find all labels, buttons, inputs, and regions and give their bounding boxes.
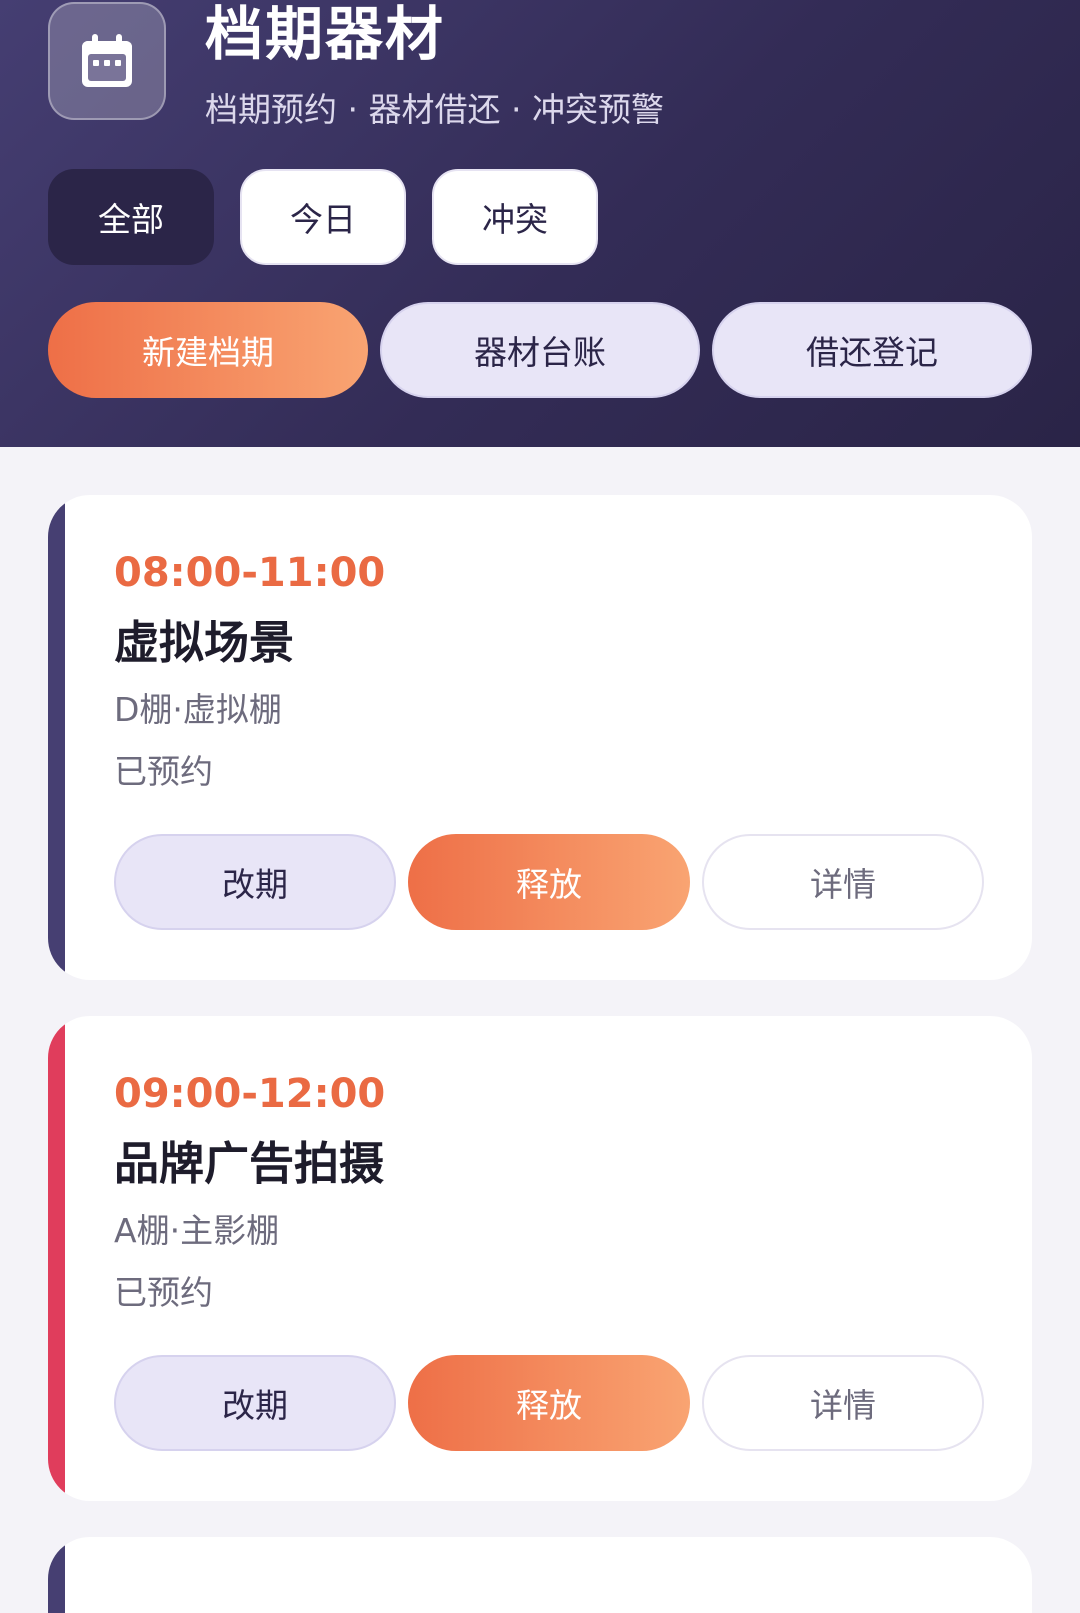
new-schedule-button[interactable]: 新建档期: [48, 302, 368, 398]
card-title: 品牌广告拍摄: [114, 1137, 385, 1190]
card-title: 虚拟场景: [114, 616, 295, 669]
reschedule-button[interactable]: 改期: [114, 834, 396, 930]
card-time: 09:00-12:00: [114, 1071, 386, 1117]
page-title: 档期器材: [205, 0, 446, 68]
app-icon: [48, 2, 166, 120]
page-subtitle: 档期预约 · 器材借还 · 冲突预警: [205, 90, 664, 129]
card-location: A棚·主影棚: [114, 1211, 280, 1250]
filter-today[interactable]: 今日: [240, 169, 406, 265]
calendar-icon: [82, 34, 132, 87]
schedule-card[interactable]: [48, 1537, 1032, 1613]
card-status: 已预约: [114, 1273, 213, 1312]
card-stripe: [48, 1016, 65, 1501]
schedule-card[interactable]: 08:00-11:00 虚拟场景 D棚·虚拟棚 已预约 改期 释放 详情: [48, 495, 1032, 980]
card-status: 已预约: [114, 752, 213, 791]
card-time: 08:00-11:00: [114, 550, 386, 596]
release-button[interactable]: 释放: [408, 834, 690, 930]
card-stripe: [48, 1537, 65, 1613]
card-location: D棚·虚拟棚: [114, 690, 282, 729]
equipment-ledger-button[interactable]: 器材台账: [380, 302, 700, 398]
schedule-card[interactable]: 09:00-12:00 品牌广告拍摄 A棚·主影棚 已预约 改期 释放 详情: [48, 1016, 1032, 1501]
details-button[interactable]: 详情: [702, 834, 984, 930]
header: 档期器材 档期预约 · 器材借还 · 冲突预警 全部 今日 冲突 新建档期 器材…: [0, 0, 1080, 447]
card-stripe: [48, 495, 65, 980]
borrow-return-button[interactable]: 借还登记: [712, 302, 1032, 398]
filter-conflict[interactable]: 冲突: [432, 169, 598, 265]
release-button[interactable]: 释放: [408, 1355, 690, 1451]
details-button[interactable]: 详情: [702, 1355, 984, 1451]
reschedule-button[interactable]: 改期: [114, 1355, 396, 1451]
filter-all[interactable]: 全部: [48, 169, 214, 265]
